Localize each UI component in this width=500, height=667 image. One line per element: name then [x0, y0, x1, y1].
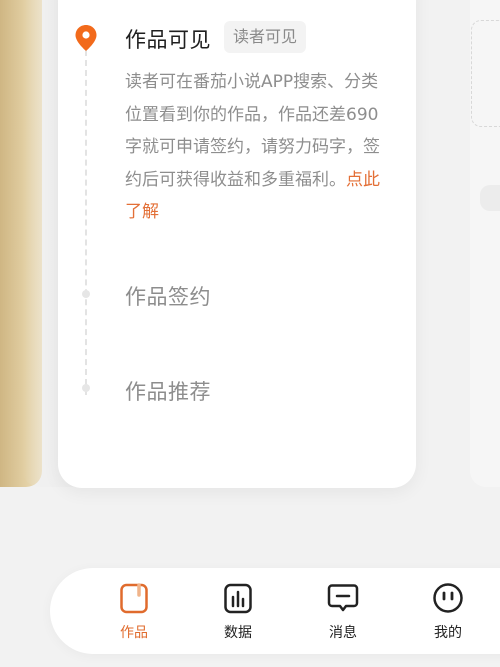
nav-label: 我的	[434, 625, 462, 641]
step-description-text: 读者可在番茄小说APP搜索、分类位置看到你的作品，作品还差690字就可申请签约，…	[125, 72, 380, 190]
timeline-line	[85, 50, 87, 395]
step-title-recommend: 作品推荐	[125, 380, 211, 404]
background-card-right-outline	[471, 20, 500, 127]
nav-item-works[interactable]: 作品	[104, 582, 164, 642]
works-icon	[120, 583, 148, 614]
data-chart-icon	[224, 583, 252, 614]
profile-face-icon	[433, 583, 463, 613]
nav-label: 作品	[120, 625, 148, 641]
location-pin-icon	[75, 25, 97, 51]
step-title-sign: 作品签约	[125, 285, 211, 309]
step-title-visible: 作品可见	[125, 28, 211, 52]
timeline-dot	[82, 384, 90, 392]
timeline-dot	[82, 290, 90, 298]
nav-item-data[interactable]: 数据	[208, 582, 268, 642]
nav-item-messages[interactable]: 消息	[313, 582, 373, 642]
nav-label: 数据	[224, 625, 252, 641]
message-icon	[327, 584, 359, 612]
nav-item-profile[interactable]: 我的	[418, 582, 478, 642]
nav-label: 消息	[329, 625, 357, 641]
step-description: 读者可在番茄小说APP搜索、分类位置看到你的作品，作品还差690字就可申请签约，…	[125, 66, 387, 229]
status-badge: 读者可见	[224, 21, 307, 53]
background-card-right-tab	[480, 185, 500, 211]
